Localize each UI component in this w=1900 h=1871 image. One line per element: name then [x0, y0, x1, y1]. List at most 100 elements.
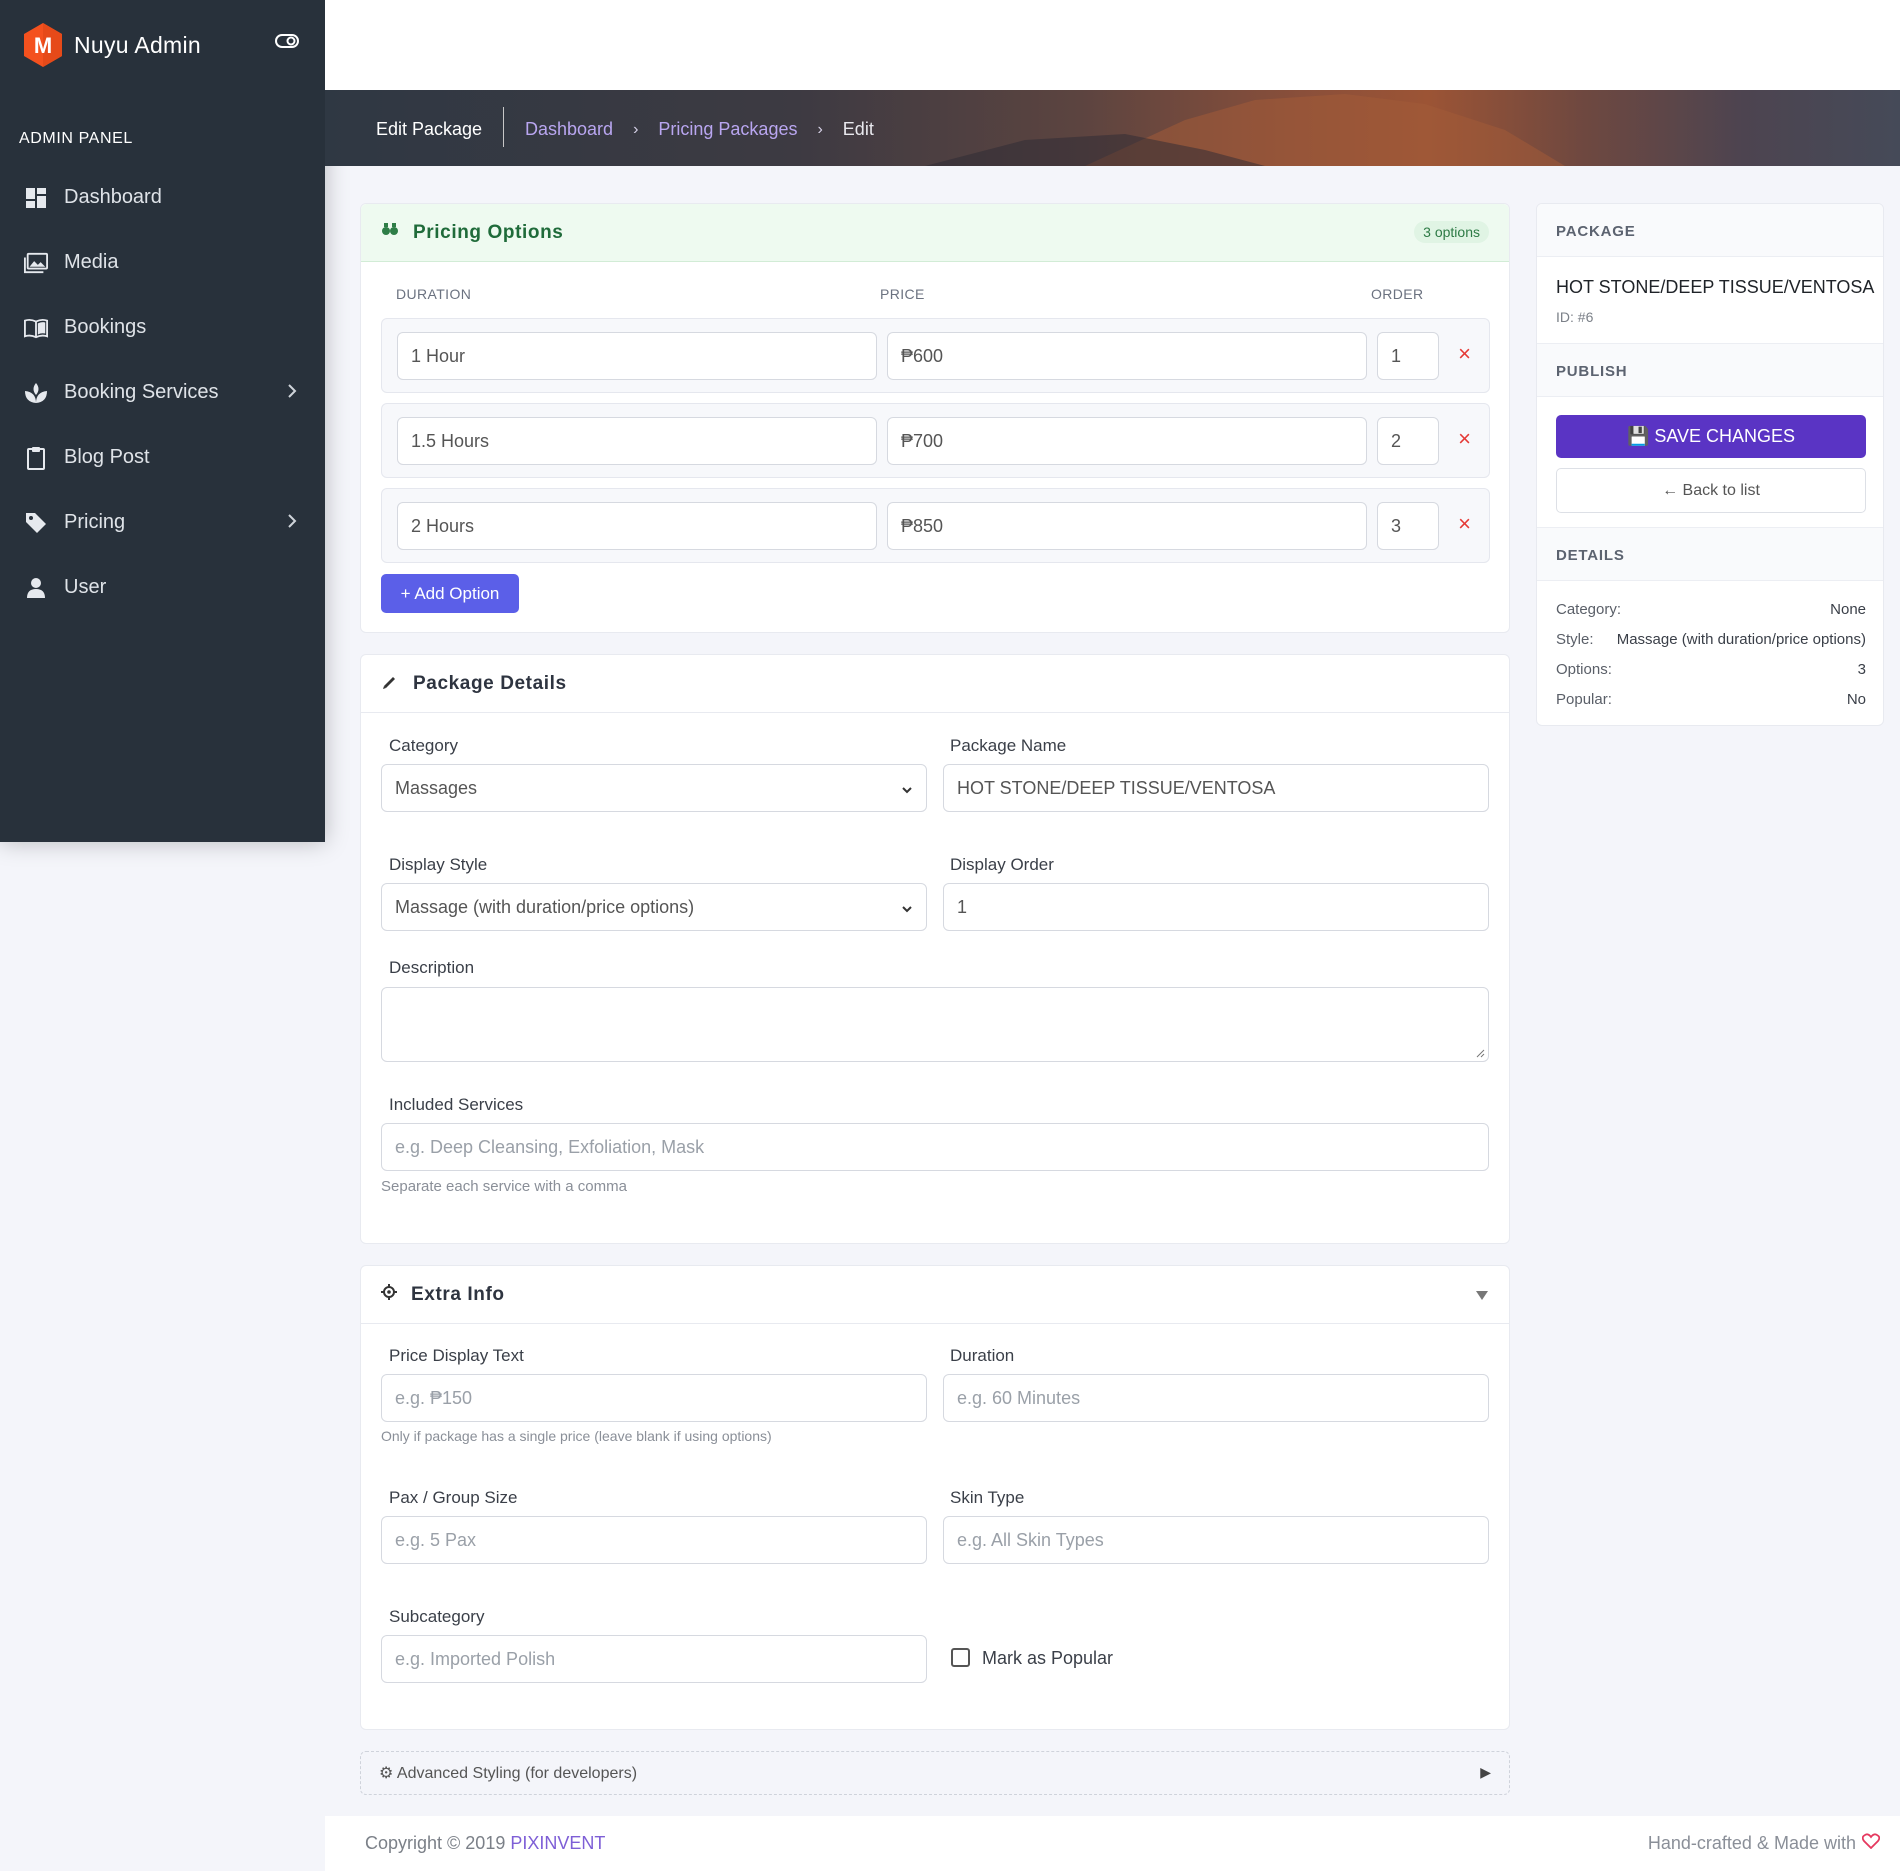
sidebar-item-media[interactable]: Media — [0, 230, 325, 295]
sidebar-nav: Dashboard Media Bookings Booking Service… — [0, 165, 325, 620]
mark-as-popular-label[interactable]: Mark as Popular — [982, 1648, 1113, 1669]
duration-label: Duration — [950, 1346, 1015, 1365]
footer: Copyright © 2019 PIXINVENT Hand-crafted … — [325, 1816, 1900, 1871]
category-select[interactable]: Massages — [381, 764, 927, 812]
column-header-price: PRICE — [880, 286, 925, 302]
order-input[interactable]: 1 — [1377, 332, 1439, 380]
sidebar-item-label: Bookings — [64, 316, 147, 338]
mark-as-popular-checkbox[interactable] — [951, 1648, 970, 1667]
price-display-text-input[interactable]: e.g. ₱150 — [381, 1374, 927, 1422]
package-name-label: Package Name — [950, 736, 1067, 755]
sidebar-item-bookings[interactable]: Bookings — [0, 295, 325, 360]
skin-type-input[interactable]: e.g. All Skin Types — [943, 1516, 1489, 1564]
remove-option-button[interactable]: × — [1458, 428, 1471, 450]
detail-value: Massage (with duration/price options) — [1616, 631, 1866, 648]
resize-handle-icon[interactable] — [1475, 1048, 1485, 1058]
duration-input[interactable]: 1 Hour — [397, 332, 877, 380]
chevron-right-icon — [286, 382, 298, 405]
money-icon — [381, 222, 399, 243]
extra-info-title: Extra Info — [411, 1283, 505, 1305]
sidebar-item-booking-services[interactable]: Booking Services — [0, 360, 325, 425]
options-count-badge: 3 options — [1414, 221, 1489, 243]
spa-icon — [24, 381, 48, 405]
description-textarea[interactable] — [381, 987, 1489, 1062]
duration-input[interactable]: 1.5 Hours — [397, 417, 877, 465]
breadcrumb-pricing-packages[interactable]: Pricing Packages — [658, 119, 797, 140]
brand-name: Nuyu Admin — [74, 31, 202, 58]
back-to-list-button[interactable]: ← Back to list — [1556, 468, 1866, 513]
package-name: HOT STONE/DEEP TISSUE/VENTOSA — [1556, 277, 1875, 297]
brand[interactable]: M Nuyu Admin — [22, 22, 201, 68]
included-services-label: Included Services — [389, 1095, 524, 1114]
pax-group-size-label: Pax / Group Size — [389, 1488, 518, 1507]
chevron-right-icon — [286, 512, 298, 535]
heart-icon — [1861, 1833, 1881, 1854]
sidebar-item-dashboard[interactable]: Dashboard — [0, 165, 325, 230]
pricing-option-row: 1.5 Hours ₱700 2 × — [381, 403, 1490, 478]
brand-logo-letter: M — [34, 33, 52, 58]
advanced-styling-toggle[interactable]: ⚙ Advanced Styling (for developers) ▶ — [360, 1751, 1510, 1795]
detail-key: Options: — [1556, 661, 1612, 678]
column-header-duration: DURATION — [396, 286, 472, 302]
extra-info-card: Extra Info Price Display Text e.g. ₱150 … — [360, 1265, 1510, 1730]
chevron-right-icon: › — [633, 120, 639, 138]
page-title: Edit Package — [376, 119, 483, 139]
expand-arrow-icon: ▶ — [1480, 1764, 1491, 1780]
pax-group-size-input[interactable]: e.g. 5 Pax — [381, 1516, 927, 1564]
order-input[interactable]: 2 — [1377, 417, 1439, 465]
included-services-input[interactable]: e.g. Deep Cleansing, Exfoliation, Mask — [381, 1123, 1489, 1171]
collapse-caret-icon[interactable] — [1475, 1286, 1489, 1306]
price-input[interactable]: ₱850 — [887, 502, 1367, 550]
price-display-help: Only if package has a single price (leav… — [381, 1428, 772, 1444]
extra-info-header[interactable]: Extra Info — [361, 1266, 1509, 1324]
media-icon — [24, 251, 48, 275]
sidebar-item-label: Blog Post — [64, 446, 150, 468]
display-style-select[interactable]: Massage (with duration/price options) — [381, 883, 927, 931]
duration-input[interactable]: e.g. 60 Minutes — [943, 1374, 1489, 1422]
category-label: Category — [389, 736, 458, 755]
price-input[interactable]: ₱600 — [887, 332, 1367, 380]
tag-icon — [24, 511, 48, 535]
package-details-header: Package Details — [361, 655, 1509, 713]
detail-value: None — [1830, 601, 1866, 618]
remove-option-button[interactable]: × — [1458, 343, 1471, 365]
user-icon — [24, 576, 48, 600]
display-order-label: Display Order — [950, 855, 1054, 874]
pixinvent-link[interactable]: PIXINVENT — [510, 1833, 605, 1853]
gear-icon — [381, 1284, 397, 1305]
detail-key: Popular: — [1556, 691, 1612, 708]
detail-key: Category: — [1556, 601, 1622, 618]
chevron-down-icon — [900, 900, 914, 921]
sidebar-toggle-icon[interactable] — [274, 31, 300, 56]
breadcrumb-dashboard[interactable]: Dashboard — [525, 119, 613, 140]
price-display-text-label: Price Display Text — [389, 1346, 524, 1365]
sidebar-item-blog-post[interactable]: Blog Post — [0, 425, 325, 490]
sidebar-item-user[interactable]: User — [0, 555, 325, 620]
advanced-styling-label: ⚙ Advanced Styling (for developers) — [379, 1765, 638, 1782]
display-style-label: Display Style — [389, 855, 488, 874]
save-changes-button[interactable]: 💾 SAVE CHANGES — [1556, 415, 1866, 458]
display-order-input[interactable]: 1 — [943, 883, 1489, 931]
price-input[interactable]: ₱700 — [887, 417, 1367, 465]
package-heading: PACKAGE — [1556, 223, 1636, 240]
package-id: ID: #6 — [1556, 309, 1594, 325]
remove-option-button[interactable]: × — [1458, 513, 1471, 535]
page-banner: Edit Package Dashboard › Pricing Package… — [325, 90, 1900, 166]
order-input[interactable]: 3 — [1377, 502, 1439, 550]
pricing-options-title: Pricing Options — [413, 221, 564, 243]
details-heading: DETAILS — [1556, 547, 1625, 564]
dashboard-icon — [24, 186, 48, 210]
skin-type-label: Skin Type — [950, 1488, 1025, 1507]
pricing-options-card: Pricing Options 3 options DURATION PRICE… — [360, 203, 1510, 633]
subcategory-input[interactable]: e.g. Imported Polish — [381, 1635, 927, 1683]
package-name-input[interactable]: HOT STONE/DEEP TISSUE/VENTOSA — [943, 764, 1489, 812]
package-details-card: Package Details Category Massages Packag… — [360, 654, 1510, 1244]
column-header-order: ORDER — [1371, 286, 1424, 302]
sidebar-item-pricing[interactable]: Pricing — [0, 490, 325, 555]
pricing-option-row: 2 Hours ₱850 3 × — [381, 488, 1490, 563]
duration-input[interactable]: 2 Hours — [397, 502, 877, 550]
chevron-right-icon: › — [817, 120, 823, 138]
description-label: Description — [389, 958, 475, 977]
publish-heading: PUBLISH — [1556, 363, 1628, 380]
add-option-button[interactable]: + Add Option — [381, 574, 519, 613]
